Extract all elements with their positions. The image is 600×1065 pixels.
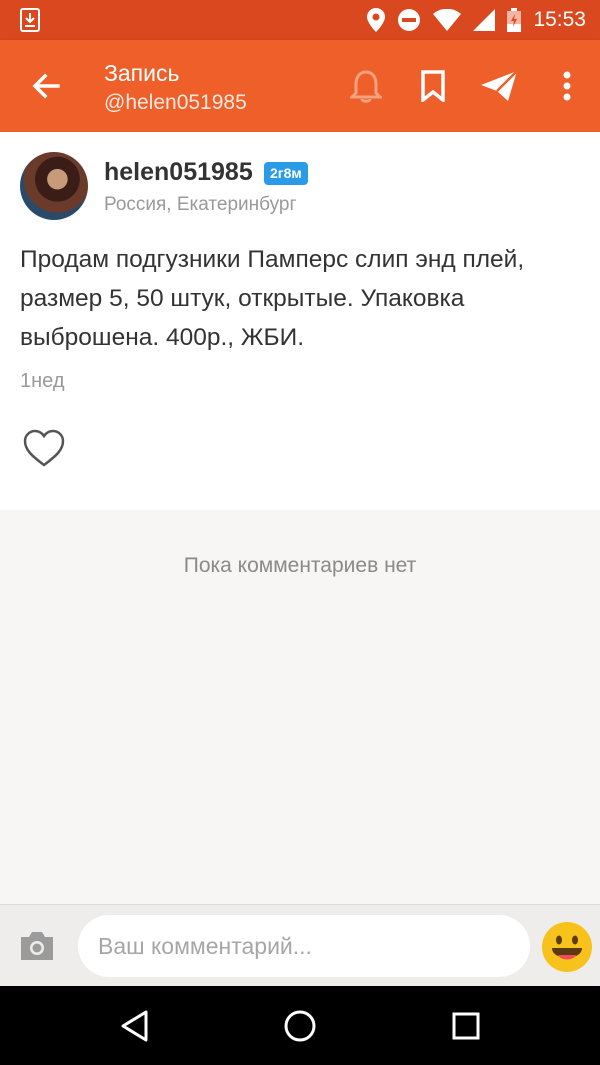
- nav-home-button[interactable]: [280, 1006, 320, 1046]
- bell-icon: [350, 70, 382, 103]
- like-button[interactable]: [22, 428, 66, 468]
- send-icon: [481, 70, 518, 101]
- page-subtitle: @helen051985: [104, 91, 247, 114]
- bookmark-button[interactable]: [413, 66, 453, 106]
- comments-section: Пока комментариев нет: [0, 510, 600, 904]
- more-vertical-icon: [563, 71, 571, 101]
- subscribe-notifications-button[interactable]: [346, 66, 386, 106]
- back-button[interactable]: [28, 68, 64, 104]
- attach-photo-button[interactable]: [18, 929, 56, 963]
- post-text: Продам подгузники Памперс слип энд плей,…: [20, 246, 525, 351]
- page-title: Запись: [104, 60, 180, 86]
- comment-input-bar: [0, 904, 600, 986]
- triangle-back-icon: [121, 1010, 148, 1042]
- signal-icon: [473, 9, 496, 31]
- camera-icon: [21, 932, 53, 960]
- more-options-button[interactable]: [547, 66, 587, 106]
- avatar[interactable]: [20, 152, 88, 220]
- app-bar: Запись @helen051985: [0, 40, 600, 132]
- arrow-back-icon: [32, 73, 60, 99]
- author-location: Россия, Екатеринбург: [104, 194, 297, 215]
- wifi-icon: [433, 9, 462, 31]
- post-time: 1нед: [20, 370, 65, 392]
- heart-icon: [23, 429, 65, 467]
- comment-input[interactable]: [78, 915, 530, 977]
- share-button[interactable]: [479, 66, 519, 106]
- status-icons: 15:53: [367, 0, 586, 40]
- square-recents-icon: [452, 1012, 480, 1040]
- status-badge: 2г8м: [264, 162, 308, 185]
- smiley-icon: [542, 922, 592, 972]
- location-icon: [367, 8, 386, 32]
- battery-charging-icon: [507, 8, 522, 32]
- status-bar: 15:53: [0, 0, 600, 40]
- emoji-button[interactable]: [541, 921, 593, 973]
- empty-comments-message: Пока комментариев нет: [183, 554, 417, 577]
- circle-home-icon: [284, 1010, 316, 1042]
- nav-recents-button[interactable]: [446, 1006, 486, 1046]
- author-username[interactable]: helen051985: [104, 158, 253, 187]
- status-time: 15:53: [533, 8, 586, 31]
- do-not-disturb-icon: [398, 9, 421, 31]
- post-card: helen051985 2г8м Россия, Екатеринбург Пр…: [0, 132, 600, 510]
- system-navigation-bar: [0, 986, 600, 1065]
- download-notification-icon: [20, 8, 40, 32]
- bookmark-icon: [421, 70, 445, 102]
- nav-back-button[interactable]: [114, 1006, 154, 1046]
